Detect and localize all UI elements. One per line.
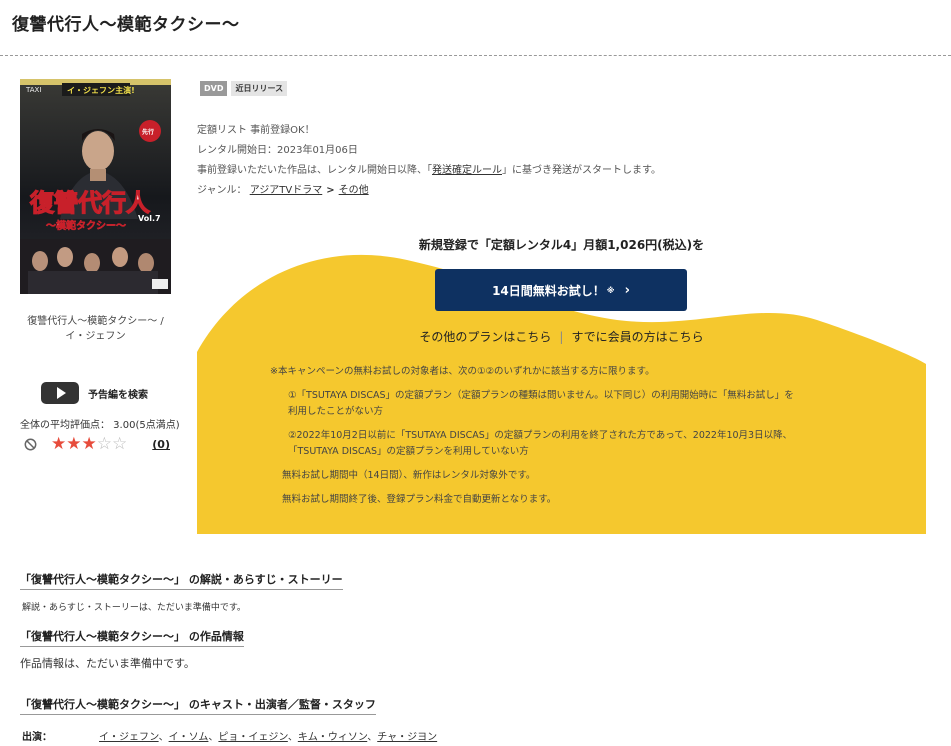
campaign-note-condition1: ①「TSUTAYA DISCAS」の定額プラン（定額プランの種類は問いません。以… <box>288 390 794 401</box>
coming-soon-badge: 近日リリース <box>231 81 288 96</box>
star-filled-icon: ★ <box>81 434 97 454</box>
link-separator: | <box>559 330 564 344</box>
free-trial-note-mark: ※ <box>606 285 615 295</box>
cast-member-link[interactable]: チャ・ジヨン <box>377 732 437 743</box>
star-empty-icon: ☆ <box>96 434 112 454</box>
genre-label: ジャンル： <box>197 185 247 196</box>
work-info-section-body: 作品情報は、ただいま準備中です。 <box>20 657 195 670</box>
title-info: 定額リスト 事前登録OK！ レンタル開始日：2023年01月06日 事前登録いた… <box>197 121 661 201</box>
campaign-headline: 新規登録で「定額レンタル4」月額1,026円(税込)を <box>418 238 705 252</box>
campaign-note-condition2-cont: 「TSUTAYA DISCAS」の定額プランを利用していない方 <box>288 446 529 457</box>
other-plans-link[interactable]: その他のプランはこちら <box>419 330 551 344</box>
campaign-note-auto-renew: 無料お試し期間終了後、登録プラン料金で自動更新となります。 <box>282 494 557 505</box>
cover-top-tag: イ・ジェフン主演! <box>67 85 135 95</box>
rental-start-date: レンタル開始日：2023年01月06日 <box>197 145 358 156</box>
shipping-rule-link[interactable]: 発送確定ルール <box>432 165 502 176</box>
cast-separator: 、 <box>287 732 298 743</box>
dvd-badge: DVD <box>200 81 228 96</box>
cover-caption-title: 復讐代行人～模範タクシー～ / <box>27 316 164 327</box>
cover-title-art: 復讐代行人 <box>29 189 150 217</box>
plan-links: その他のプランはこちら | すでに会員の方はこちら <box>197 328 926 345</box>
work-info-section-heading: 「復讐代行人～模範タクシー～」 の作品情報 <box>20 628 244 647</box>
genre-separator: > <box>326 185 335 196</box>
title-divider <box>0 55 951 56</box>
cover-taxi-text: TAXI <box>25 86 41 94</box>
badge-group: DVD 近日リリース <box>200 81 288 96</box>
prohibited-icon[interactable] <box>24 438 37 451</box>
cast-member-link[interactable]: ピョ・イェジン <box>218 732 287 743</box>
play-icon <box>41 382 79 404</box>
cover-image[interactable]: TAXI イ・ジェフン主演! 先行 復讐代行人 ～模範タクシー～ Vol.7 <box>20 79 171 294</box>
star-filled-icon: ★ <box>51 434 67 454</box>
cast-section-heading: 「復讐代行人～模範タクシー～」 のキャスト・出演者／監督・スタッフ <box>20 696 376 715</box>
average-rating-text: 全体の平均評価点： 3.00(5点満点) <box>20 420 180 431</box>
campaign-notes: ※本キャンペーンの無料お試しの対象者は、次の①②のいずれかに該当する方に限ります… <box>270 364 870 508</box>
story-section-heading: 「復讐代行人～模範タクシー～」 の解説・あらすじ・ストーリー <box>20 571 343 590</box>
star-rating[interactable]: ★ ★ ★ ☆ ☆ <box>51 436 127 453</box>
cover-caption-cast: イ・ジェフン <box>65 331 126 342</box>
cover-caption: 復讐代行人～模範タクシー～ / イ・ジェフン <box>20 314 171 344</box>
campaign-note-eligibility: ※本キャンペーンの無料お試しの対象者は、次の①②のいずれかに該当する方に限ります… <box>270 366 655 377</box>
free-trial-button[interactable]: 14日間無料お試し！ ※ › <box>435 269 687 311</box>
campaign-note-condition2: ②2022年10月2日以前に「TSUTAYA DISCAS」の定額プランの利用を… <box>288 430 793 441</box>
cast-separator: 、 <box>367 732 378 743</box>
story-section-body: 解説・あらすじ・ストーリーは、ただいま準備中です。 <box>22 603 246 613</box>
genre-row: ジャンル： アジアTVドラマ > その他 <box>197 181 661 201</box>
cast-member-link[interactable]: イ・ジェフン <box>99 732 159 743</box>
review-count-link[interactable]: (0) <box>152 438 170 451</box>
star-empty-icon: ☆ <box>112 434 128 454</box>
rating-row: ★ ★ ★ ☆ ☆ (0) <box>24 436 174 453</box>
free-trial-label: 14日間無料お試し！ <box>492 283 605 298</box>
cover-vol-art: Vol.7 <box>138 214 161 223</box>
cast-separator: 、 <box>208 732 219 743</box>
cast-label: 出演： <box>22 732 52 743</box>
cast-list: イ・ジェフン、イ・ソム、ピョ・イェジン、キム・ウィソン、チャ・ジヨン <box>99 728 437 743</box>
svg-text:先行: 先行 <box>142 128 154 136</box>
trailer-search-button[interactable]: 予告編を検索 <box>41 382 148 404</box>
cast-member-link[interactable]: イ・ソム <box>169 732 209 743</box>
cover-subtitle-art: ～模範タクシー～ <box>46 219 126 232</box>
star-filled-icon: ★ <box>66 434 82 454</box>
genre-link-other[interactable]: その他 <box>339 185 369 196</box>
page-title: 復讐代行人～模範タクシー～ <box>12 15 240 35</box>
genre-link-asian-tv-drama[interactable]: アジアTVドラマ <box>250 185 323 196</box>
cast-member-link[interactable]: キム・ウィソン <box>298 732 367 743</box>
chevron-right-icon: › <box>624 282 630 298</box>
member-login-link[interactable]: すでに会員の方はこちら <box>571 330 703 344</box>
campaign-note-trial-period: 無料お試し期間中（14日間）、新作はレンタル対象外です。 <box>282 470 536 481</box>
shipping-note: 事前登録いただいた作品は、レンタル開始日以降、「発送確定ルール」に基づき発送がス… <box>197 165 661 176</box>
trailer-search-label: 予告編を検索 <box>88 389 148 401</box>
campaign-note-condition1-cont: 利用したことがない方 <box>288 406 384 417</box>
cast-separator: 、 <box>158 732 169 743</box>
list-preregister-text: 定額リスト 事前登録OK！ <box>197 125 315 136</box>
